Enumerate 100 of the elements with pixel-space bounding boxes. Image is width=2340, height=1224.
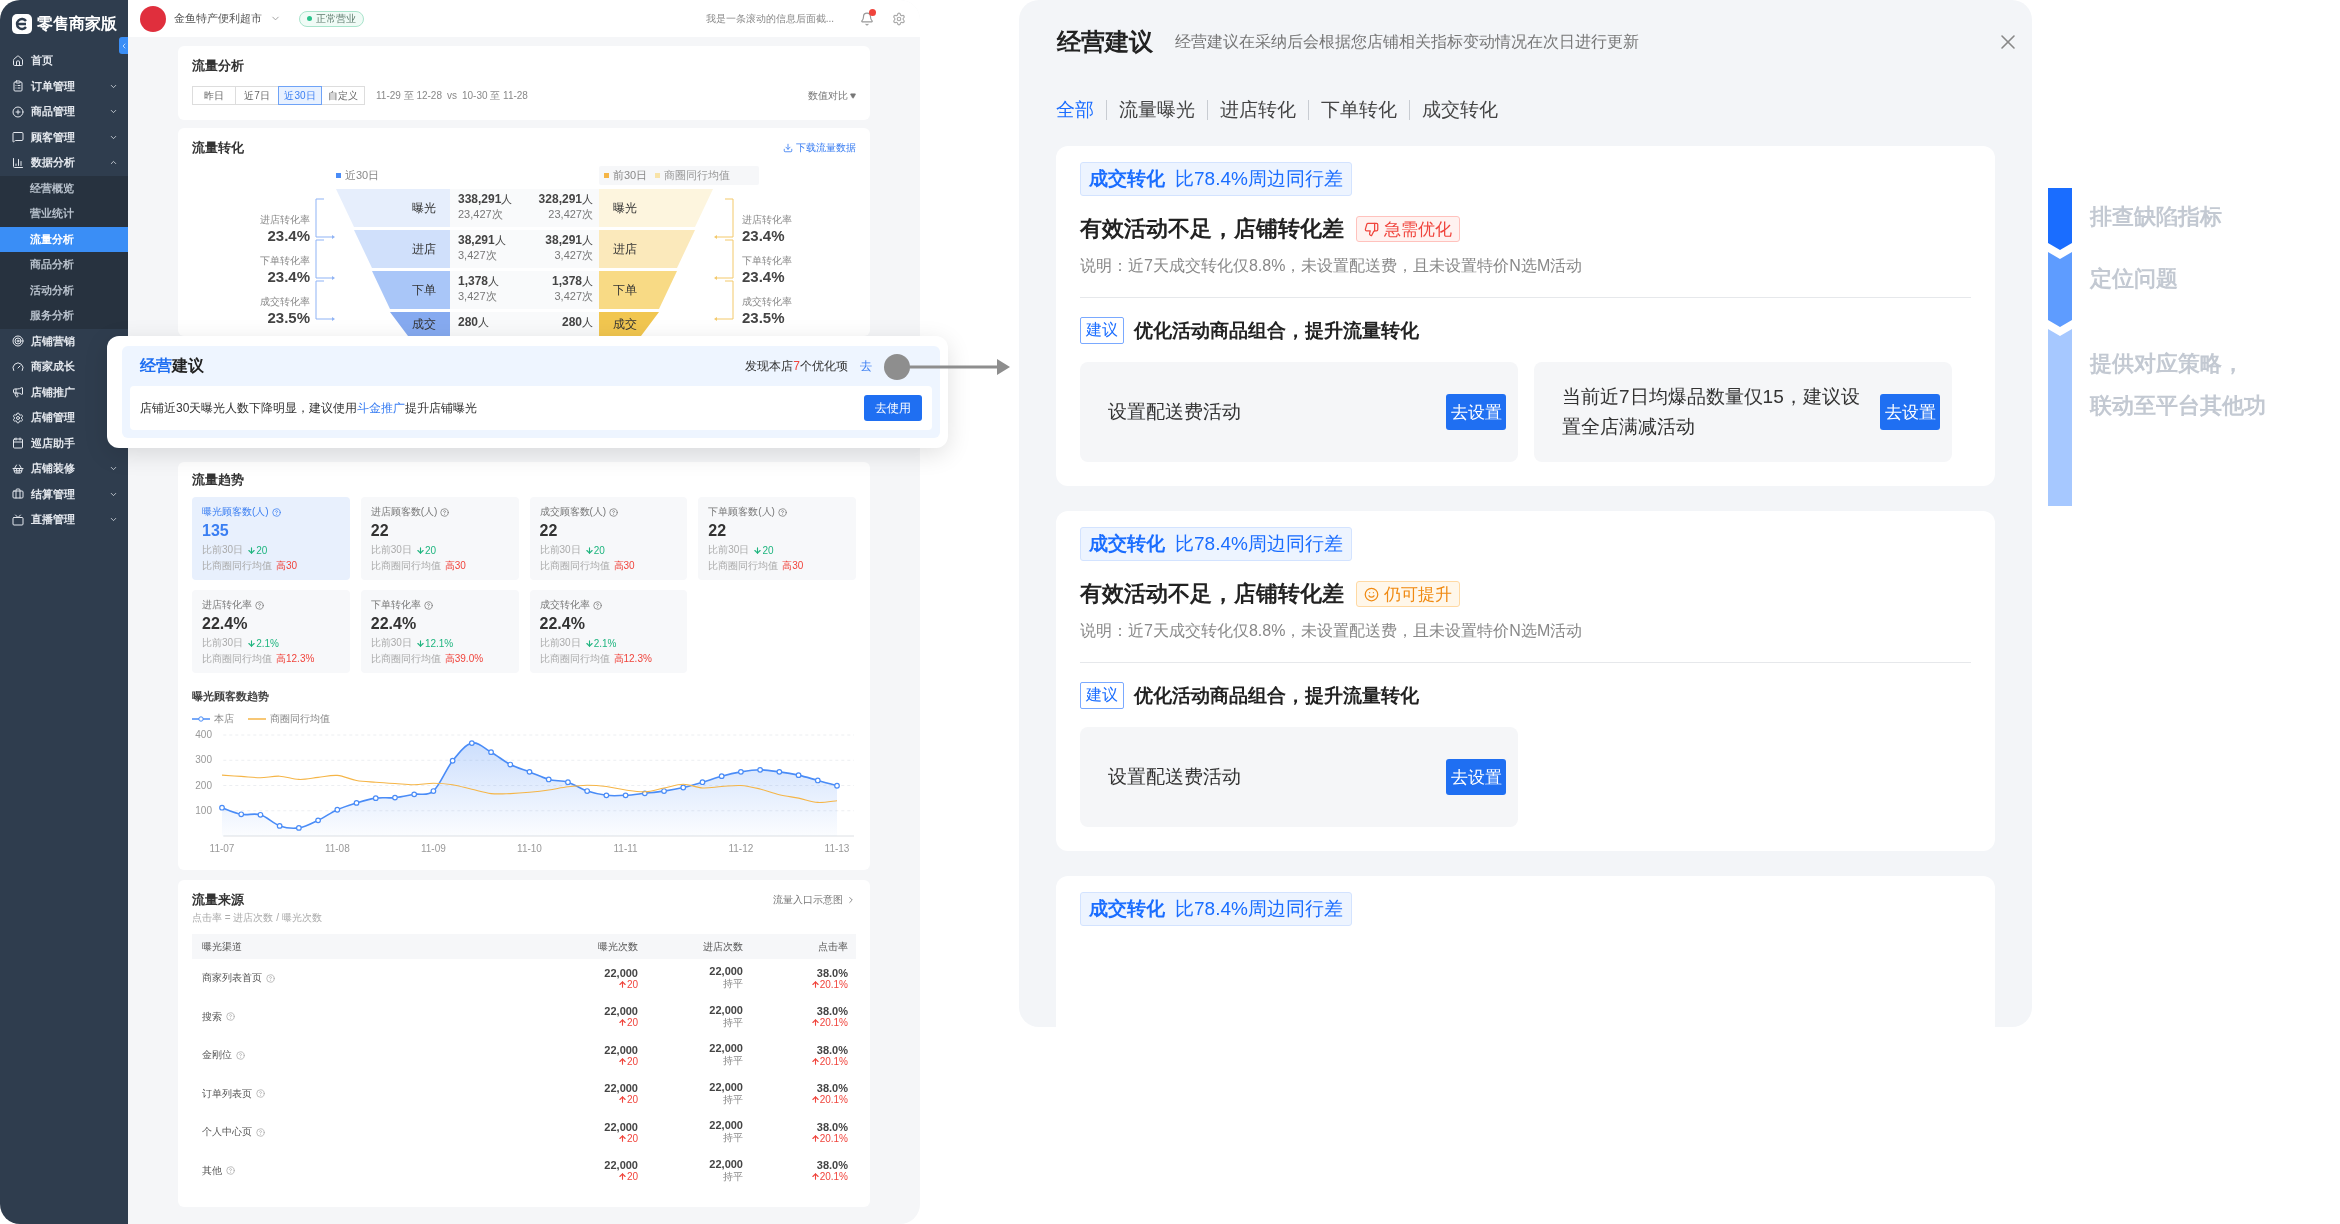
change-value: 20 <box>256 544 268 556</box>
step-text: 联动至平台其他功 <box>2090 392 2266 420</box>
change-value: 20 <box>626 1055 638 1067</box>
priority-label: 急需优化 <box>1384 218 1452 241</box>
legend-label: 本店 <box>214 712 234 726</box>
section-title: 流量转化 <box>192 140 244 156</box>
change-value: 20 <box>626 1171 638 1183</box>
change-value: 2.1% <box>256 637 279 649</box>
metric-label: 成交转化率 <box>539 598 590 612</box>
visit-count: 23,427次 <box>548 207 593 221</box>
table-cell: 22,000 <box>604 1159 638 1172</box>
change-value: 持平 <box>723 1016 743 1030</box>
store-name: 金鱼特产便利超市 <box>174 11 262 26</box>
advice-tag: 建议 <box>1080 682 1124 709</box>
axis-label: 400 <box>195 730 212 740</box>
change-value: 高30 <box>782 559 804 573</box>
people-count: 338,291人 <box>458 192 513 207</box>
change-value: 20 <box>626 978 638 990</box>
compare-label: 比前30日 <box>708 543 750 557</box>
legend-item: 前30日 <box>604 168 648 183</box>
change-value: 12.1% <box>424 637 454 649</box>
date-range: 11-29 至 12-28 <box>376 88 442 103</box>
comparison-text: 比78.4%周边同行差 <box>1175 167 1343 191</box>
action-text: 设置配送费活动 <box>1108 765 1242 789</box>
advice-title: 优化活动商品组合，提升流量转化 <box>1134 683 1419 708</box>
metric-label: 下单顾客数(人) <box>708 505 775 519</box>
compare-label: 比前30日 <box>370 636 412 650</box>
rate-label: 进店转化率 <box>260 213 310 227</box>
rate-label: 进店转化率 <box>742 213 792 227</box>
section-title: 流量趋势 <box>192 472 245 488</box>
table-cell: 22,000 <box>709 965 743 978</box>
visit-count: 3,427次 <box>458 248 497 262</box>
change-value: 20 <box>424 544 436 556</box>
compare-label: 比商圈同行均值 <box>539 652 610 666</box>
advice-tag: 建议 <box>1080 317 1124 344</box>
rate-label: 下单转化率 <box>742 254 792 268</box>
issue-title: 有效活动不足，店铺转化差 <box>1080 215 1344 243</box>
app-logo: 零售商家版 <box>37 13 117 34</box>
chart-title: 曝光顾客数趋势 <box>192 689 270 704</box>
rate-label: 成交转化率 <box>742 295 792 309</box>
step-text: 定位问题 <box>2090 265 2179 293</box>
change-value: 持平 <box>723 1131 743 1146</box>
change-value: 2.1% <box>593 637 617 649</box>
axis-label: 11-13 <box>824 843 850 854</box>
axis-label: 11-07 <box>209 843 235 854</box>
metric-value: 22 <box>708 521 728 541</box>
people-count: 280人 <box>561 315 593 330</box>
table-cell: 38.0% <box>816 966 848 979</box>
table-cell: 22,000 <box>604 1082 638 1095</box>
metric-value: 22 <box>539 521 559 541</box>
table-cell: 22,000 <box>604 1043 638 1056</box>
advice-message: 店铺近30天曝光人数下降明显，建议使用斗金推广提升店铺曝光 <box>140 399 478 417</box>
table-cell: 22,000 <box>709 1080 743 1093</box>
channel-name: 订单列表页 <box>202 1086 252 1101</box>
column-header: 点击率 <box>817 939 848 954</box>
metric-label: 曝光顾客数(人) <box>202 505 269 519</box>
legend-label: 商圈同行均值 <box>270 712 330 726</box>
visit-count: 3,427次 <box>554 289 593 303</box>
axis-label: 11-08 <box>324 843 350 854</box>
change-value: 高12.3% <box>276 652 315 666</box>
rate-value: 23.4% <box>742 268 785 285</box>
table-cell: 38.0% <box>816 1043 848 1056</box>
legend-item: 近30日 <box>336 168 450 183</box>
vs-label: vs <box>446 90 457 101</box>
funnel-stage: 曝光 <box>336 189 450 227</box>
axis-label: 200 <box>195 779 212 791</box>
change-value: 持平 <box>723 1093 743 1107</box>
axis-label: 11-10 <box>517 843 542 854</box>
compare-label: 比前30日 <box>539 636 581 650</box>
rate-value: 23.4% <box>267 268 310 285</box>
change-value: 20 <box>593 544 605 556</box>
change-value: 20.1% <box>819 1055 848 1067</box>
action-text: 设置配送费活动 <box>1108 400 1242 424</box>
compare-label: 比商圈同行均值 <box>708 559 779 573</box>
change-value: 20 <box>626 1132 638 1144</box>
table-cell: 22,000 <box>709 1119 743 1132</box>
change-value: 高30 <box>613 559 635 573</box>
step-text: 排查缺陷指标 <box>2090 203 2223 231</box>
news-ticker: 我是一条滚动的信息后面截... <box>705 11 834 26</box>
people-count: 1,378人 <box>458 274 500 289</box>
step-text: 提供对应策略， <box>2090 350 2245 378</box>
comparison-text: 比78.4%周边同行差 <box>1175 532 1343 556</box>
compare-label: 比前30日 <box>539 543 581 557</box>
column-header: 曝光渠道 <box>202 939 243 954</box>
status-text: 正常营业 <box>316 11 356 26</box>
rate-value: 23.5% <box>267 309 310 326</box>
issue-description: 说明：近7天成交转化仅8.8%，未设置配送费，且未设置特价N选M活动 <box>1080 621 1584 641</box>
metric-value: 22.4% <box>539 614 586 634</box>
rate-value: 23.4% <box>742 227 785 244</box>
optimization-summary: 发现本店7个优化项 <box>745 357 848 375</box>
visit-count: 3,427次 <box>458 289 497 303</box>
people-count: 280人 <box>458 315 490 330</box>
people-count: 1,378人 <box>551 274 593 289</box>
rate-label: 下单转化率 <box>260 254 310 268</box>
action-text: 当前近7日均爆品数量仅15，建议设置全店满减活动 <box>1562 385 1861 439</box>
change-value: 20.1% <box>819 1017 848 1029</box>
change-value: 20.1% <box>819 978 848 990</box>
table-cell: 38.0% <box>816 1120 848 1133</box>
change-value: 20 <box>762 544 774 556</box>
compare-label: 比前30日 <box>202 543 244 557</box>
